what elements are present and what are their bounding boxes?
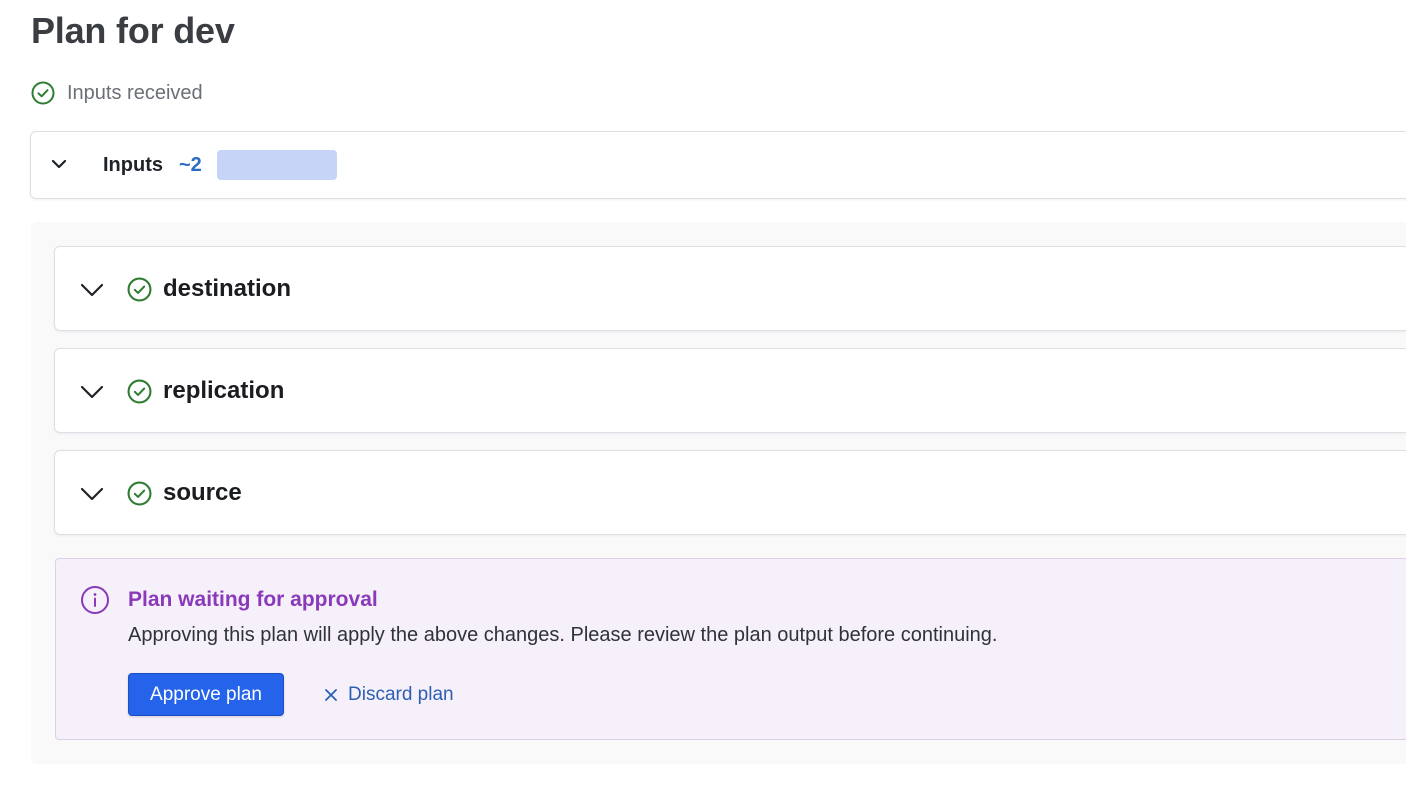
- inputs-placeholder-badge: [217, 150, 337, 180]
- discard-plan-button[interactable]: Discard plan: [324, 673, 454, 716]
- inputs-status: Inputs received: [31, 80, 203, 106]
- plan-page: Plan for dev Inputs received Inputs ~2 d…: [0, 0, 1406, 786]
- info-icon: [81, 586, 109, 614]
- inputs-section[interactable]: Inputs ~2: [30, 131, 1406, 199]
- chevron-down-icon[interactable]: [79, 481, 105, 507]
- module-card-source[interactable]: source: [54, 450, 1406, 535]
- check-circle-icon: [127, 379, 152, 404]
- approval-callout: Plan waiting for approval Approving this…: [55, 558, 1406, 740]
- page-title: Plan for dev: [31, 10, 235, 51]
- module-card-destination[interactable]: destination: [54, 246, 1406, 331]
- approval-title: Plan waiting for approval: [128, 588, 378, 611]
- chevron-down-icon[interactable]: [79, 379, 105, 405]
- close-icon: [325, 688, 337, 701]
- chevron-down-icon[interactable]: [49, 154, 69, 174]
- module-name: source: [163, 479, 242, 506]
- module-name: destination: [163, 275, 292, 302]
- module-card-replication[interactable]: replication: [54, 348, 1406, 433]
- modules-panel: destination replication source Plan wait…: [31, 222, 1406, 764]
- check-circle-icon: [31, 81, 55, 105]
- check-circle-icon: [127, 481, 152, 506]
- status-text: Inputs received: [67, 81, 203, 104]
- inputs-change-count: ~2: [179, 154, 202, 176]
- chevron-down-icon[interactable]: [79, 277, 105, 303]
- discard-plan-label: Discard plan: [348, 683, 454, 705]
- approval-description: Approving this plan will apply the above…: [128, 624, 998, 646]
- module-name: replication: [163, 377, 285, 404]
- inputs-label: Inputs: [103, 154, 163, 176]
- approve-plan-button[interactable]: Approve plan: [128, 673, 284, 716]
- check-circle-icon: [127, 277, 152, 302]
